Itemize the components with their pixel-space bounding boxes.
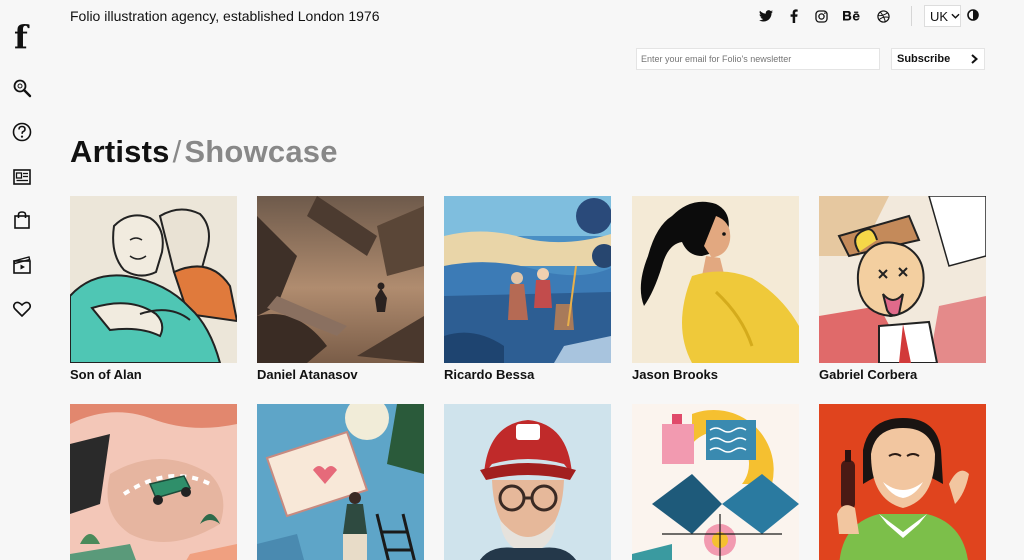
favourites-icon[interactable]: [12, 299, 32, 319]
subscribe-button[interactable]: Subscribe: [891, 48, 985, 70]
artwork-image[interactable]: [632, 196, 799, 363]
artwork-image[interactable]: [444, 196, 611, 363]
region-select[interactable]: UK: [924, 5, 961, 27]
facebook-icon[interactable]: [790, 6, 798, 26]
artist-card[interactable]: [257, 404, 424, 560]
artwork-image[interactable]: [444, 404, 611, 560]
instagram-icon[interactable]: [815, 6, 828, 26]
artist-name[interactable]: Jason Brooks: [632, 367, 799, 382]
dribbble-icon[interactable]: [877, 6, 890, 26]
artist-card[interactable]: [819, 404, 986, 560]
shop-icon[interactable]: [12, 210, 32, 230]
artwork-image[interactable]: [257, 196, 424, 363]
artist-card[interactable]: [70, 404, 237, 560]
title-separator: /: [172, 134, 182, 169]
behance-icon[interactable]: [843, 6, 861, 26]
twitter-icon[interactable]: [759, 6, 773, 26]
artist-card[interactable]: Jason Brooks: [632, 196, 799, 382]
subscribe-label: Subscribe: [897, 53, 951, 65]
news-icon[interactable]: [12, 167, 32, 187]
region-label: UK: [930, 8, 949, 24]
sidebar: f: [0, 0, 46, 560]
artist-card[interactable]: Gabriel Corbera: [819, 196, 986, 382]
tagline: Folio illustration agency, established L…: [70, 8, 380, 24]
newsletter-email-input[interactable]: [636, 48, 880, 70]
artwork-image[interactable]: [70, 196, 237, 363]
help-icon[interactable]: [12, 122, 32, 142]
chevron-right-icon: [971, 54, 978, 64]
artwork-image[interactable]: [632, 404, 799, 560]
artist-card[interactable]: [632, 404, 799, 560]
artwork-image[interactable]: [70, 404, 237, 560]
page-title: Artists / Showcase: [70, 134, 338, 170]
artist-name[interactable]: Daniel Atanasov: [257, 367, 424, 382]
artist-card[interactable]: [444, 404, 611, 560]
artwork-image[interactable]: [819, 196, 986, 363]
video-icon[interactable]: [12, 255, 32, 275]
folio-logo[interactable]: f: [14, 18, 28, 56]
artist-name[interactable]: Gabriel Corbera: [819, 367, 986, 382]
toolbar-divider: [911, 6, 912, 26]
artwork-image[interactable]: [819, 404, 986, 560]
contrast-toggle-icon[interactable]: [967, 8, 979, 21]
chevron-down-icon: [951, 13, 960, 19]
artist-name[interactable]: Son of Alan: [70, 367, 237, 382]
artist-card[interactable]: Daniel Atanasov: [257, 196, 424, 382]
title-primary: Artists: [70, 134, 170, 169]
artist-card[interactable]: Son of Alan: [70, 196, 237, 382]
artist-card[interactable]: Ricardo Bessa: [444, 196, 611, 382]
artwork-image[interactable]: [257, 404, 424, 560]
search-icon[interactable]: [12, 78, 32, 98]
title-secondary[interactable]: Showcase: [184, 134, 337, 170]
artist-name[interactable]: Ricardo Bessa: [444, 367, 611, 382]
